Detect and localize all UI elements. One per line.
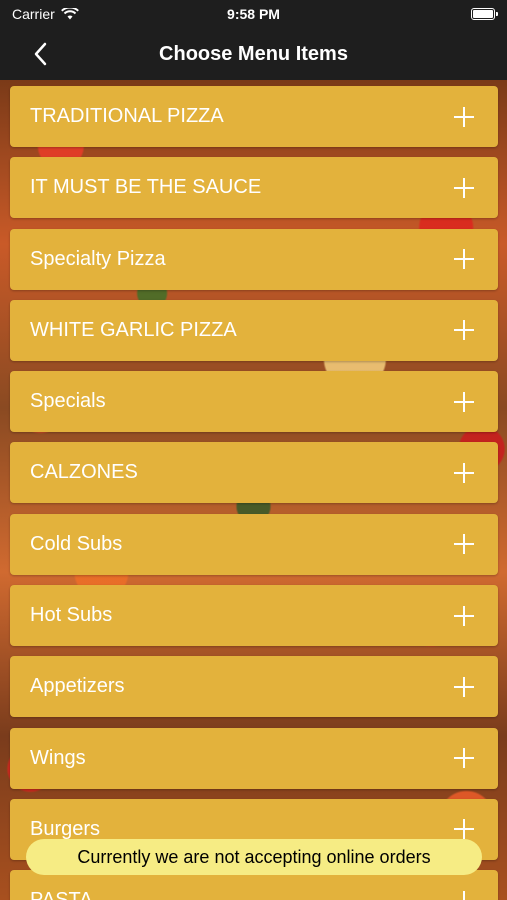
chevron-left-icon — [34, 42, 47, 66]
menu-category-cold-subs[interactable]: Cold Subs — [10, 513, 498, 575]
plus-icon[interactable] — [454, 819, 474, 840]
page-title: Choose Menu Items — [159, 42, 348, 65]
wifi-icon — [60, 8, 79, 20]
plus-icon[interactable] — [454, 106, 474, 127]
plus-icon[interactable] — [454, 391, 474, 412]
plus-icon[interactable] — [454, 890, 474, 900]
plus-icon[interactable] — [454, 462, 474, 483]
menu-category-label: Burgers — [30, 817, 101, 840]
back-button[interactable] — [28, 40, 52, 68]
plus-icon[interactable] — [454, 534, 474, 555]
menu-category-label: CALZONES — [30, 461, 138, 484]
menu-category-list: TRADITIONAL PIZZA IT MUST BE THE SAUCE S… — [10, 86, 498, 900]
menu-category-label: TRADITIONAL PIZZA — [30, 105, 224, 127]
menu-category-label: Cold Subs — [30, 532, 123, 555]
menu-category-it-must-be-the-sauce[interactable]: IT MUST BE THE SAUCE — [10, 157, 498, 219]
menu-category-label: Specials — [30, 390, 106, 413]
plus-icon[interactable] — [454, 676, 474, 697]
menu-category-label: IT MUST BE THE SAUCE — [30, 176, 262, 199]
menu-category-wings[interactable]: Wings — [10, 727, 498, 789]
menu-category-label: PASTA — [30, 889, 93, 900]
battery-icon — [471, 8, 498, 20]
menu-category-traditional-pizza[interactable]: TRADITIONAL PIZZA — [10, 86, 498, 147]
menu-category-calzones[interactable]: CALZONES — [10, 442, 498, 504]
carrier-label: Carrier — [12, 6, 55, 22]
menu-category-label: Appetizers — [30, 675, 125, 698]
menu-category-appetizers[interactable]: Appetizers — [10, 656, 498, 718]
plus-icon[interactable] — [454, 249, 474, 270]
menu-category-label: WHITE GARLIC PIZZA — [30, 318, 237, 341]
menu-category-white-garlic-pizza[interactable]: WHITE GARLIC PIZZA — [10, 299, 498, 361]
menu-category-specialty-pizza[interactable]: Specialty Pizza — [10, 228, 498, 290]
plus-icon[interactable] — [454, 177, 474, 198]
toast-message: Currently we are not accepting online or… — [77, 846, 431, 867]
navigation-bar: Choose Menu Items — [0, 28, 507, 80]
plus-icon[interactable] — [454, 748, 474, 769]
ordering-unavailable-toast: Currently we are not accepting online or… — [26, 839, 482, 875]
menu-category-specials[interactable]: Specials — [10, 371, 498, 433]
menu-category-label: Hot Subs — [30, 604, 113, 627]
menu-category-label: Specialty Pizza — [30, 247, 166, 270]
status-left: Carrier — [12, 6, 79, 22]
plus-icon[interactable] — [454, 320, 474, 341]
menu-category-hot-subs[interactable]: Hot Subs — [10, 585, 498, 647]
status-bar: Carrier 9:58 PM — [0, 0, 507, 28]
menu-category-label: Wings — [30, 746, 86, 769]
plus-icon[interactable] — [454, 605, 474, 626]
